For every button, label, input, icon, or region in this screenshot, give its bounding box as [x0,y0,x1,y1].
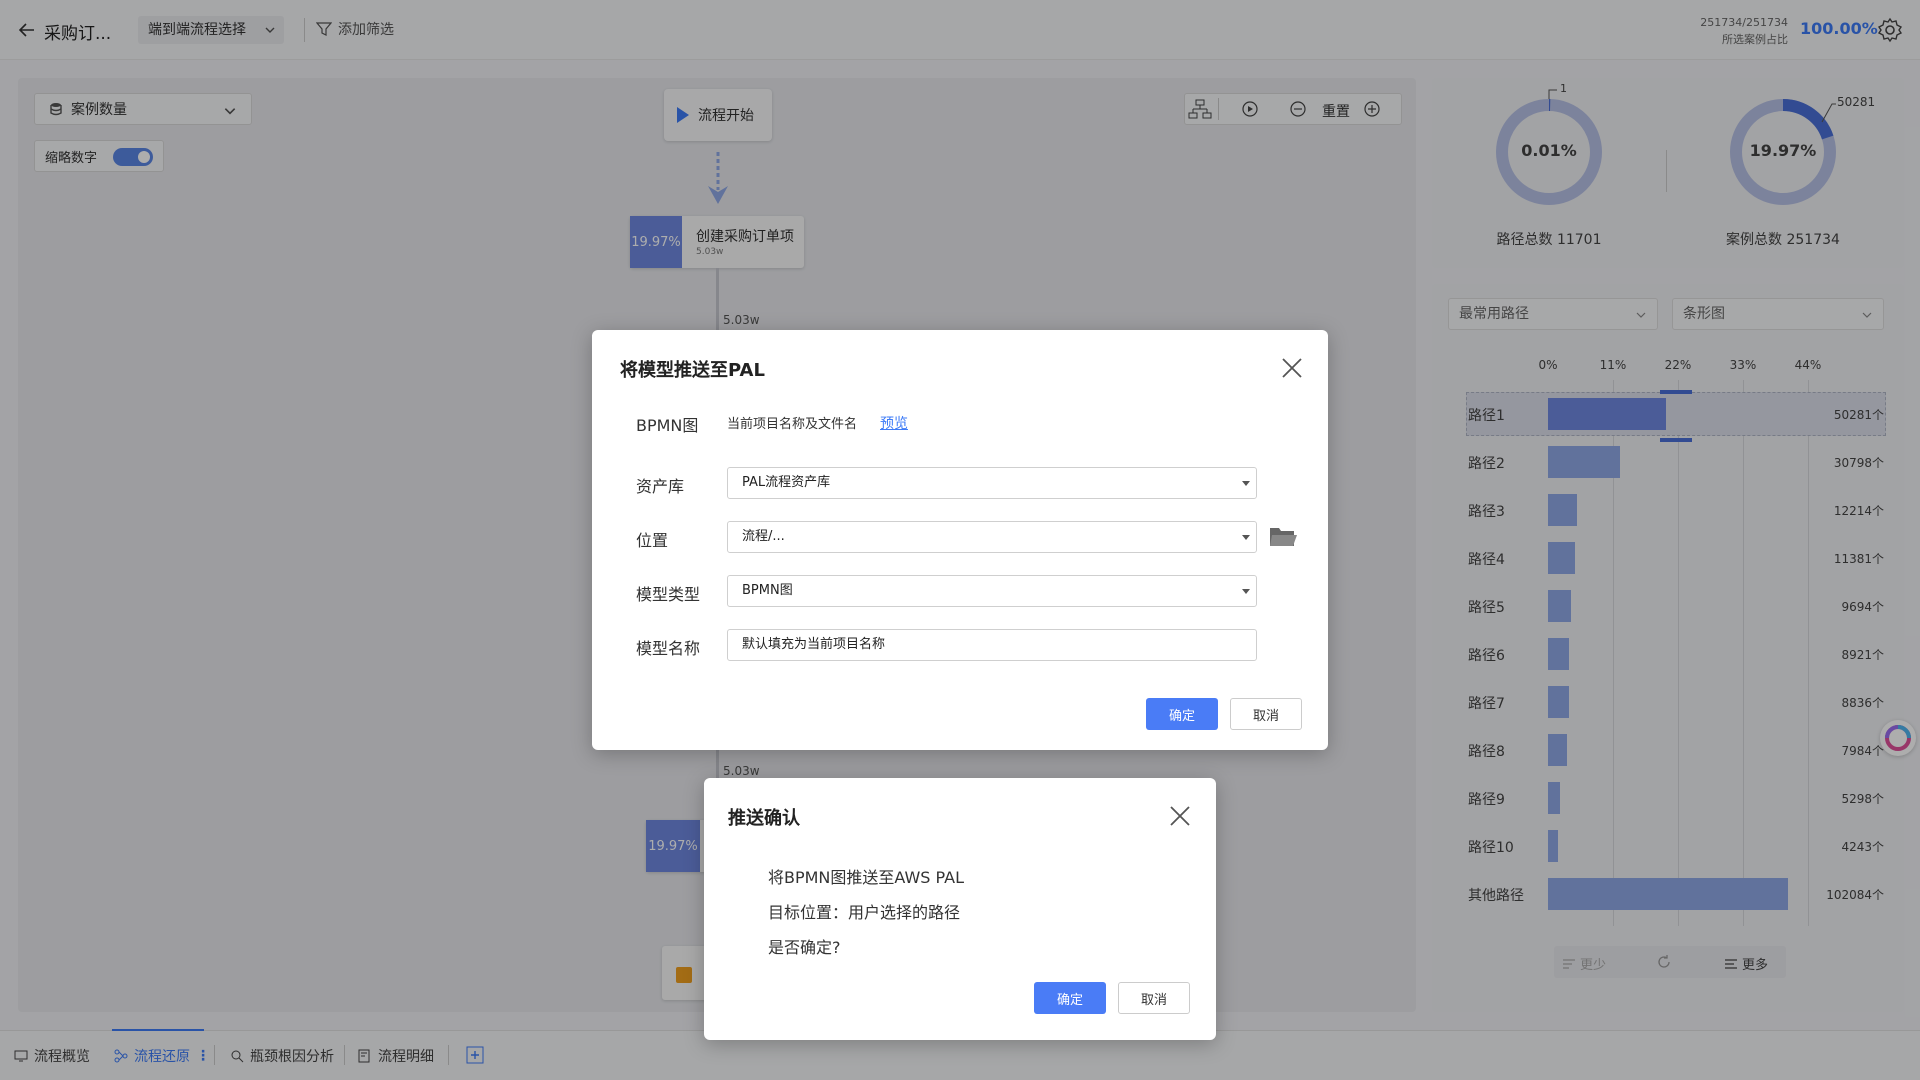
repo-select[interactable]: PAL流程资产库 [727,467,1257,499]
location-label: 位置 [636,531,669,550]
location-select[interactable]: 流程/... [727,521,1257,553]
model-type-label: 模型类型 [636,585,701,604]
confirm-ok-button[interactable]: 确定 [1034,982,1106,1014]
caret-down-icon [1242,535,1250,540]
preview-link[interactable]: 预览 [880,413,908,433]
bpmn-value: 当前项目名称及文件名 [727,417,858,432]
confirm-message-line: 目标位置：用户选择的路径 [768,903,961,922]
repo-label: 资产库 [636,477,685,496]
confirm-message-line: 将BPMN图推送至AWS PAL [768,868,965,887]
close-icon[interactable] [1278,354,1306,382]
location-select-value: 流程/... [742,529,785,544]
push-dialog-title: 将模型推送至PAL [620,360,765,381]
bpmn-label: BPMN图 [636,416,699,435]
model-type-select[interactable]: BPMN图 [727,575,1257,607]
caret-down-icon [1242,589,1250,594]
push-cancel-button[interactable]: 取消 [1230,698,1302,730]
push-confirm-button[interactable]: 确定 [1146,698,1218,730]
confirm-dialog-title: 推送确认 [728,808,800,829]
model-name-input[interactable]: 默认填充为当前项目名称 [727,629,1257,661]
repo-select-value: PAL流程资产库 [742,475,831,490]
model-type-value: BPMN图 [742,583,793,598]
caret-down-icon [1242,481,1250,486]
model-name-label: 模型名称 [636,639,701,658]
folder-icon[interactable] [1268,524,1298,550]
confirm-message-line: 是否确定? [768,938,841,957]
close-icon[interactable] [1166,802,1194,830]
confirm-cancel-button[interactable]: 取消 [1118,982,1190,1014]
